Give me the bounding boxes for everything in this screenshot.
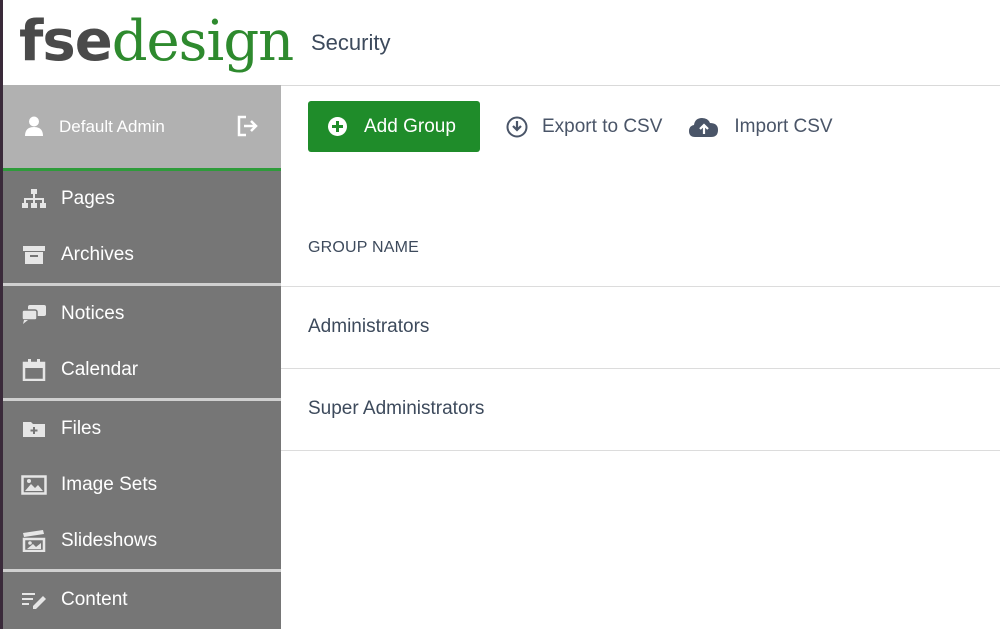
column-header-group-name[interactable]: GROUP NAME: [308, 239, 419, 257]
cloud-upload-icon: [688, 116, 720, 138]
table-row[interactable]: Super Administrators: [281, 368, 1000, 450]
group-name-cell[interactable]: Super Administrators: [308, 398, 484, 420]
page-title: Security: [311, 30, 391, 55]
sitemap-icon: [21, 188, 47, 210]
brand-logo[interactable]: fsedesign: [19, 8, 295, 76]
sidebar-item-label: Content: [61, 589, 128, 610]
slideshow-icon: [21, 530, 47, 552]
sidebar-item-slideshows[interactable]: Slideshows: [3, 513, 281, 569]
sidebar-item-content[interactable]: Content: [3, 572, 281, 628]
logout-icon[interactable]: [236, 115, 260, 142]
plus-circle-icon: [328, 117, 347, 136]
sidebar-item-label: Archives: [61, 244, 134, 265]
image-icon: [21, 474, 47, 496]
sidebar: Default Admin Pages Archives Notices Cal…: [3, 85, 281, 629]
sidebar-item-files[interactable]: Files: [3, 401, 281, 457]
add-group-label: Add Group: [364, 115, 456, 137]
export-csv-label: Export to CSV: [542, 115, 663, 137]
toolbar: Add Group Export to CSV Import CSV: [308, 101, 833, 152]
group-name-cell[interactable]: Administrators: [308, 316, 429, 338]
sidebar-nav: Pages Archives Notices Calendar Files Im…: [3, 171, 281, 628]
sidebar-item-label: Files: [61, 418, 102, 439]
folder-plus-icon: [21, 418, 47, 440]
import-csv-label: Import CSV: [734, 115, 833, 137]
calendar-icon: [21, 359, 47, 381]
user-name[interactable]: Default Admin: [59, 117, 165, 137]
logo-text-design: design: [111, 9, 295, 74]
user-block: Default Admin: [3, 85, 281, 171]
import-csv-button[interactable]: Import CSV: [688, 115, 833, 138]
sidebar-item-label: Image Sets: [61, 474, 158, 495]
sidebar-item-label: Notices: [61, 303, 125, 324]
sidebar-item-pages[interactable]: Pages: [3, 171, 281, 227]
export-csv-button[interactable]: Export to CSV: [506, 116, 662, 138]
table-bottom-border: [281, 450, 1000, 451]
table-row[interactable]: Administrators: [281, 286, 1000, 368]
sidebar-item-label: Calendar: [61, 359, 139, 380]
sidebar-item-archives[interactable]: Archives: [3, 227, 281, 283]
sidebar-item-image-sets[interactable]: Image Sets: [3, 457, 281, 513]
add-group-button[interactable]: Add Group: [308, 101, 480, 152]
download-circle-icon: [506, 116, 528, 138]
logo-text-fse: fse: [19, 9, 113, 74]
content-edit-icon: [21, 589, 47, 611]
sidebar-item-notices[interactable]: Notices: [3, 286, 281, 342]
sidebar-item-calendar[interactable]: Calendar: [3, 342, 281, 398]
header: fsedesign Security: [3, 0, 1000, 86]
user-icon: [25, 116, 43, 141]
sidebar-item-label: Pages: [61, 188, 115, 209]
archive-icon: [21, 244, 47, 266]
sidebar-item-label: Slideshows: [61, 530, 158, 551]
comments-icon: [21, 303, 47, 325]
